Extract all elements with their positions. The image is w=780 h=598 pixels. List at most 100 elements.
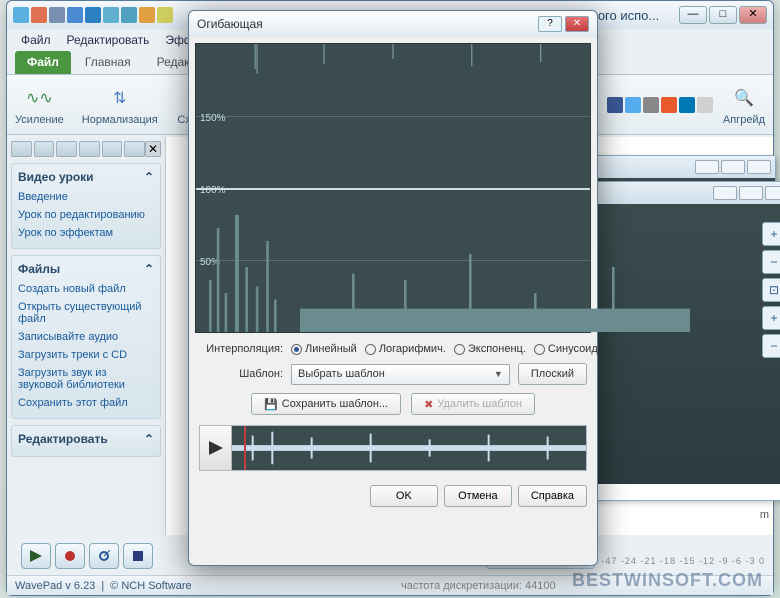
qat-icon[interactable]	[67, 7, 83, 23]
sidebar-link[interactable]: Открыть существующий файл	[18, 298, 154, 328]
grid-label: 150%	[200, 113, 226, 124]
zoom-out-icon[interactable]: −	[762, 250, 780, 274]
zoom-fit-icon[interactable]: ⊡	[762, 278, 780, 302]
zoom-in-icon[interactable]: +	[762, 222, 780, 246]
chevron-down-icon: ▼	[494, 369, 503, 379]
panel-header[interactable]: Видео уроки ⌃	[18, 170, 154, 184]
menu-edit[interactable]: Редактировать	[61, 31, 156, 49]
cancel-button[interactable]: Отмена	[444, 485, 512, 507]
child-max-icon[interactable]	[739, 186, 763, 200]
ribbon-amplify[interactable]: ∿∿ Усиление	[15, 84, 64, 126]
sidebar-link[interactable]: Сохранить этот файл	[18, 394, 154, 412]
save-template-button[interactable]: 💾 Сохранить шаблон...	[251, 393, 401, 415]
sidebar-tabs[interactable]	[11, 141, 145, 157]
twitter-icon[interactable]	[625, 97, 641, 113]
window-controls: — □ ✕	[679, 6, 767, 24]
sidebar-link[interactable]: Урок по редактированию	[18, 206, 154, 224]
minimize-button[interactable]: —	[679, 6, 707, 24]
ribbon-label: Нормализация	[82, 114, 158, 126]
template-actions-row: 💾 Сохранить шаблон... ✖ Удалить шаблон	[189, 389, 597, 419]
sidebar-link[interactable]: Создать новый файл	[18, 280, 154, 298]
child-min-icon[interactable]	[695, 160, 719, 174]
qat-icon[interactable]	[157, 7, 173, 23]
chevron-up-icon: ⌃	[144, 170, 154, 184]
social-icons	[607, 97, 713, 113]
child-close-icon[interactable]	[747, 160, 771, 174]
menu-file[interactable]: Файл	[15, 31, 57, 49]
ok-button[interactable]: OK	[370, 485, 438, 507]
transport-controls	[21, 543, 153, 569]
upgrade-label: Апгрейд	[723, 114, 765, 126]
qat-icon[interactable]	[139, 7, 155, 23]
dialog-help-icon[interactable]: ?	[538, 16, 562, 32]
qat-icon[interactable]	[103, 7, 119, 23]
sidebar-link[interactable]: Введение	[18, 188, 154, 206]
radio-log[interactable]: Логарифмич.	[365, 343, 446, 355]
scrub-button[interactable]	[89, 543, 119, 569]
stumble-icon[interactable]	[661, 97, 677, 113]
close-button[interactable]: ✕	[739, 6, 767, 24]
normalize-icon: ⇅	[106, 84, 134, 112]
dialog-button-row: OK Отмена Справка	[189, 477, 597, 515]
child-titlebar	[587, 182, 780, 204]
ribbon-tab-home[interactable]: Главная	[73, 51, 143, 74]
qat-icon[interactable]	[31, 7, 47, 23]
sidebar-link[interactable]: Загрузить треки с CD	[18, 346, 154, 364]
panel-header[interactable]: Файлы ⌃	[18, 262, 154, 276]
envelope-graph[interactable]: 150% 100% 50%	[195, 43, 591, 333]
status-copyright: © NCH Software	[110, 580, 191, 592]
marker-m: m	[760, 509, 769, 521]
qat-icon[interactable]	[121, 7, 137, 23]
radio-icon	[534, 344, 545, 355]
qat-icon[interactable]	[49, 7, 65, 23]
delete-icon: ✖	[424, 398, 433, 411]
zoom-out-icon[interactable]: −	[762, 334, 780, 358]
panel-header[interactable]: Редактировать ⌃	[18, 432, 154, 446]
panel-title: Видео уроки	[18, 170, 94, 184]
sidebar-link[interactable]: Загрузить звук из звуковой библиотеки	[18, 364, 154, 394]
share-icon[interactable]	[697, 97, 713, 113]
facebook-icon[interactable]	[607, 97, 623, 113]
delete-template-button[interactable]: ✖ Удалить шаблон	[411, 393, 535, 415]
interpolation-row: Интерполяция: Линейный Логарифмич. Экспо…	[189, 339, 597, 359]
ribbon-tab-file[interactable]: Файл	[15, 51, 71, 74]
qat-icon[interactable]	[85, 7, 101, 23]
radio-icon	[454, 344, 465, 355]
upgrade-button[interactable]: 🔍 Апгрейд	[723, 84, 765, 126]
template-row: Шаблон: Выбрать шаблон ▼ Плоский	[189, 359, 597, 389]
child-min-icon[interactable]	[713, 186, 737, 200]
child-titlebar	[577, 156, 775, 178]
sidebar-close-icon[interactable]: ✕	[145, 141, 161, 157]
quick-access-toolbar[interactable]	[13, 7, 173, 23]
ribbon-label: Усиление	[15, 114, 64, 126]
playhead[interactable]	[244, 426, 246, 470]
qat-icon[interactable]	[13, 7, 29, 23]
sidebar-panel-videos: Видео уроки ⌃ Введение Урок по редактиро…	[11, 163, 161, 249]
radio-exp[interactable]: Экспоненц.	[454, 343, 526, 355]
flat-button[interactable]: Плоский	[518, 363, 587, 385]
upgrade-icon: 🔍	[730, 84, 758, 112]
sidebar-link[interactable]: Записывайте аудио	[18, 328, 154, 346]
sidebar-link[interactable]: Урок по эффектам	[18, 224, 154, 242]
preview-play-button[interactable]	[200, 426, 232, 470]
help-button[interactable]: Справка	[518, 485, 587, 507]
ribbon-normalize[interactable]: ⇅ Нормализация	[82, 84, 158, 126]
dialog-close-icon[interactable]: ✕	[565, 16, 589, 32]
panel-title: Редактировать	[18, 432, 108, 446]
maximize-button[interactable]: □	[709, 6, 737, 24]
child-close-icon[interactable]	[765, 186, 780, 200]
radio-sine[interactable]: Синусоид.	[534, 343, 601, 355]
preview-waveform[interactable]	[232, 426, 586, 470]
envelope-line[interactable]	[196, 188, 590, 190]
linkedin-icon[interactable]	[679, 97, 695, 113]
record-button[interactable]	[55, 543, 85, 569]
interpolation-radio-group: Линейный Логарифмич. Экспоненц. Синусоид…	[291, 343, 601, 355]
zoom-in-icon[interactable]: +	[762, 306, 780, 330]
stop-button[interactable]	[123, 543, 153, 569]
plus-icon[interactable]	[643, 97, 659, 113]
template-combo[interactable]: Выбрать шаблон ▼	[291, 364, 510, 385]
radio-linear[interactable]: Линейный	[291, 343, 357, 355]
child-max-icon[interactable]	[721, 160, 745, 174]
level-ruler: -47 -24 -21 -18 -15 -12 -9 -6 -3 0	[601, 556, 765, 566]
play-button[interactable]	[21, 543, 51, 569]
